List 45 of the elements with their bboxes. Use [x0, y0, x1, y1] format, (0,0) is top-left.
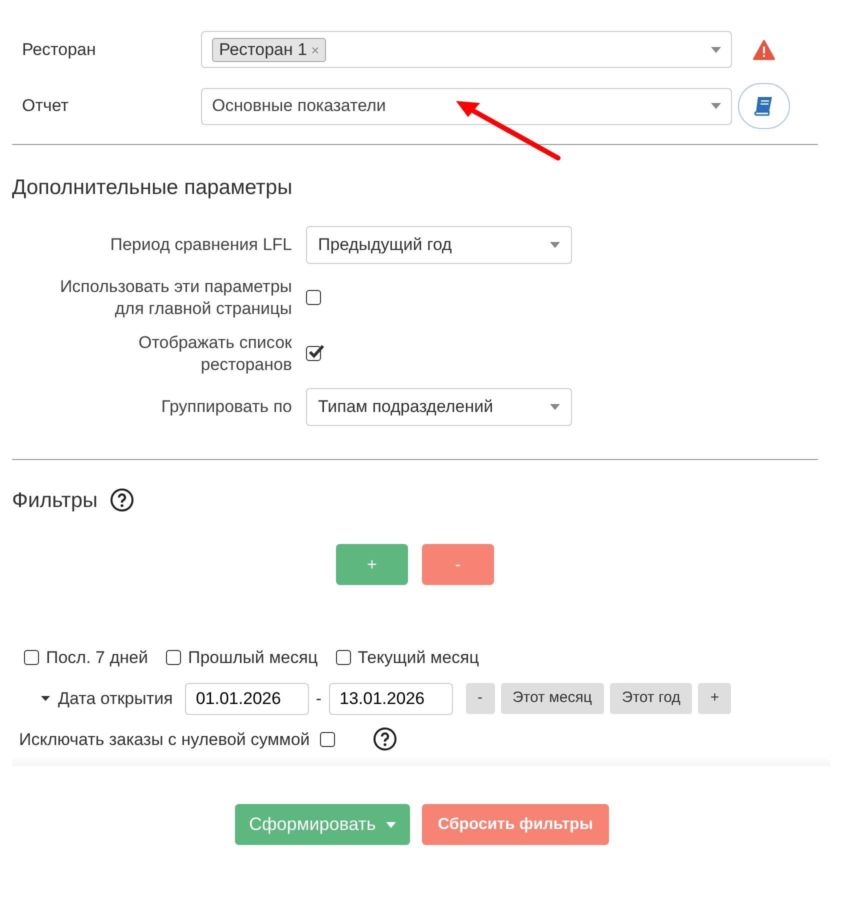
checkbox[interactable]: [336, 650, 351, 666]
checkbox[interactable]: [306, 290, 321, 305]
select-value: Типам подразделений: [318, 396, 494, 418]
warning-icon: [753, 40, 775, 60]
select-field[interactable]: Основные показатели: [201, 88, 732, 124]
field-label: Группировать по: [161, 396, 292, 418]
help-icon[interactable]: [110, 488, 134, 512]
tag-select[interactable]: Ресторан 1 ×: [201, 31, 732, 68]
checkbox-label: Посл. 7 дней: [46, 647, 148, 669]
date-from-field[interactable]: 01.01.2026: [184, 682, 309, 714]
checkbox-label: Прошлый месяц: [188, 647, 318, 669]
field-label: Ресторан: [21, 38, 97, 61]
caret-icon: [711, 46, 721, 52]
field-label: Отображать список ресторанов: [137, 332, 292, 376]
checkbox[interactable]: [320, 732, 335, 747]
caret-icon: [550, 242, 560, 248]
select-value: Основные показатели: [212, 95, 386, 118]
checkbox[interactable]: [24, 650, 39, 666]
book-icon: [753, 95, 775, 117]
tag-label: Ресторан 1: [219, 38, 308, 60]
period-button[interactable]: Этот месяц: [500, 683, 604, 714]
book-button[interactable]: [738, 83, 790, 129]
field-label: Дата открытия: [58, 688, 173, 710]
select-value: Предыдущий год: [318, 234, 452, 256]
field-label: Использовать эти параметры для главной страницы: [58, 276, 292, 320]
checkbox-label: Исключать заказы с нулевой суммой: [19, 728, 310, 750]
section-title: Дополнительные параметры: [12, 175, 294, 201]
select-field[interactable]: Типам подразделений: [306, 388, 572, 426]
field-label: Период сравнения LFL: [110, 234, 292, 256]
caret-icon[interactable]: [41, 696, 50, 701]
field-label: Отчет: [21, 95, 70, 118]
select-field[interactable]: Предыдущий год: [306, 226, 572, 264]
checkbox[interactable]: [306, 346, 321, 361]
caret-icon: [386, 822, 396, 828]
range-separator: -: [316, 688, 322, 710]
period-button[interactable]: +: [698, 683, 732, 714]
period-button[interactable]: -: [466, 683, 495, 714]
date-to-field[interactable]: 13.01.2026: [328, 682, 453, 714]
period-button[interactable]: Этот год: [610, 683, 692, 714]
help-icon[interactable]: [372, 727, 397, 752]
checkbox[interactable]: [166, 650, 181, 666]
section-title: Фильтры: [12, 488, 98, 514]
caret-icon: [550, 404, 560, 410]
caret-icon: [711, 103, 721, 109]
checkbox-label: Текущий месяц: [358, 647, 480, 669]
